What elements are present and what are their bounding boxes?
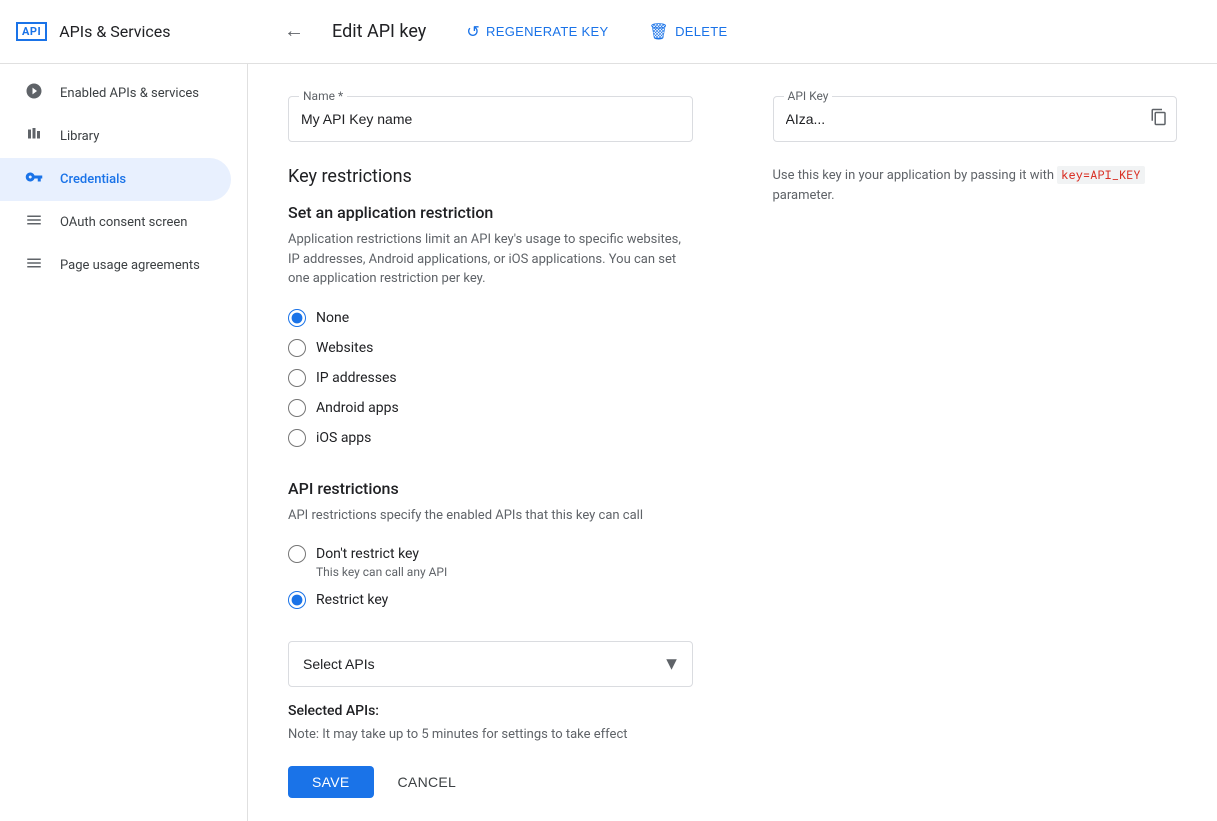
- sidebar-item-library[interactable]: Library: [0, 115, 231, 158]
- radio-restrict-key-item: Restrict key: [288, 591, 693, 609]
- radio-restrict-key[interactable]: Restrict key: [288, 591, 693, 609]
- api-key-input[interactable]: [774, 97, 1143, 141]
- api-key-field-wrapper: API Key: [773, 96, 1178, 142]
- api-key-note-pre: Use this key in your application by pass…: [773, 168, 1055, 183]
- sidebar: Enabled APIs & services Library Credenti…: [0, 64, 248, 821]
- cancel-button[interactable]: CANCEL: [382, 766, 473, 798]
- sidebar-item-label: Credentials: [60, 172, 126, 187]
- radio-ip-input[interactable]: [288, 369, 306, 387]
- app-title: APIs & Services: [59, 22, 170, 41]
- library-icon: [24, 125, 44, 148]
- app-restriction-description: Application restrictions limit an API ke…: [288, 230, 693, 289]
- delete-icon: 🗑: [648, 22, 669, 42]
- radio-dont-restrict-input[interactable]: [288, 545, 306, 563]
- radio-ip-label: IP addresses: [316, 370, 397, 386]
- copy-api-key-button[interactable]: [1142, 100, 1176, 139]
- save-button[interactable]: SAVE: [288, 766, 374, 798]
- radio-dont-restrict-item: Don't restrict key This key can call any…: [288, 545, 693, 579]
- radio-android-label: Android apps: [316, 400, 399, 416]
- name-field-group: Name *: [288, 96, 693, 142]
- radio-none[interactable]: None: [288, 309, 693, 327]
- select-apis-dropdown[interactable]: Select APIs: [288, 641, 693, 687]
- main-content: Name * Key restrictions Set an applicati…: [248, 64, 1217, 821]
- oauth-icon: [24, 211, 44, 234]
- app-restriction-radio-group: None Websites IP addresses Android: [288, 309, 693, 447]
- sidebar-item-enabled-apis[interactable]: Enabled APIs & services: [0, 72, 231, 115]
- page-title: Edit API key: [332, 21, 426, 42]
- radio-dont-restrict-label: Don't restrict key: [316, 546, 419, 562]
- radio-websites-label: Websites: [316, 340, 373, 356]
- app-restriction-heading: Set an application restriction: [288, 203, 693, 222]
- delete-label: DELETE: [675, 24, 727, 39]
- api-restrictions-section: API restrictions API restrictions specif…: [288, 479, 693, 720]
- regenerate-icon: ↺: [466, 22, 480, 42]
- radio-websites[interactable]: Websites: [288, 339, 693, 357]
- radio-restrict-key-label: Restrict key: [316, 592, 388, 608]
- name-input[interactable]: [289, 97, 692, 141]
- radio-android-input[interactable]: [288, 399, 306, 417]
- delete-button[interactable]: 🗑 DELETE: [640, 16, 735, 48]
- radio-dont-restrict[interactable]: Don't restrict key: [288, 545, 693, 563]
- sidebar-item-page-usage[interactable]: Page usage agreements: [0, 244, 231, 287]
- sidebar-item-oauth-consent[interactable]: OAuth consent screen: [0, 201, 231, 244]
- sidebar-item-credentials[interactable]: Credentials: [0, 158, 231, 201]
- radio-ios-apps[interactable]: iOS apps: [288, 429, 693, 447]
- radio-websites-input[interactable]: [288, 339, 306, 357]
- sidebar-item-label: Page usage agreements: [60, 258, 200, 273]
- api-key-label: API Key: [784, 89, 833, 103]
- back-button[interactable]: ←: [280, 16, 308, 47]
- api-key-section: API Key Use this key in your application…: [773, 96, 1178, 205]
- action-buttons: SAVE CANCEL: [288, 766, 693, 798]
- name-field-wrapper: Name *: [288, 96, 693, 142]
- back-arrow-icon: ←: [284, 20, 304, 43]
- api-logo: API: [16, 22, 47, 41]
- sidebar-item-label: Library: [60, 129, 99, 144]
- regenerate-label: REGENERATE KEY: [486, 24, 608, 39]
- api-restriction-heading: API restrictions: [288, 479, 693, 498]
- api-key-field-group: API Key: [773, 96, 1178, 142]
- api-key-note: Use this key in your application by pass…: [773, 166, 1178, 205]
- sidebar-item-label: OAuth consent screen: [60, 215, 187, 230]
- radio-ip-addresses[interactable]: IP addresses: [288, 369, 693, 387]
- name-label: Name *: [299, 89, 347, 103]
- radio-none-input[interactable]: [288, 309, 306, 327]
- page-usage-icon: [24, 254, 44, 277]
- api-restriction-radio-group: Don't restrict key This key can call any…: [288, 545, 693, 609]
- api-key-note-code: key=API_KEY: [1057, 166, 1144, 184]
- radio-none-label: None: [316, 310, 349, 326]
- app-restriction-section: Set an application restriction Applicati…: [288, 203, 693, 447]
- radio-restrict-key-input[interactable]: [288, 591, 306, 609]
- regenerate-key-button[interactable]: ↺ REGENERATE KEY: [458, 16, 616, 48]
- radio-dont-restrict-sublabel: This key can call any API: [316, 565, 693, 579]
- enabled-apis-icon: [24, 82, 44, 105]
- api-restriction-description: API restrictions specify the enabled API…: [288, 506, 693, 526]
- radio-ios-input[interactable]: [288, 429, 306, 447]
- radio-ios-label: iOS apps: [316, 430, 371, 446]
- selected-apis-label: Selected APIs:: [288, 703, 693, 719]
- note-text: Note: It may take up to 5 minutes for se…: [288, 727, 693, 742]
- key-restrictions-heading: Key restrictions: [288, 166, 693, 187]
- radio-android-apps[interactable]: Android apps: [288, 399, 693, 417]
- api-key-note-post: parameter.: [773, 188, 835, 203]
- select-apis-wrapper: Select APIs ▼: [288, 641, 693, 687]
- credentials-icon: [24, 168, 44, 191]
- sidebar-item-label: Enabled APIs & services: [60, 86, 199, 101]
